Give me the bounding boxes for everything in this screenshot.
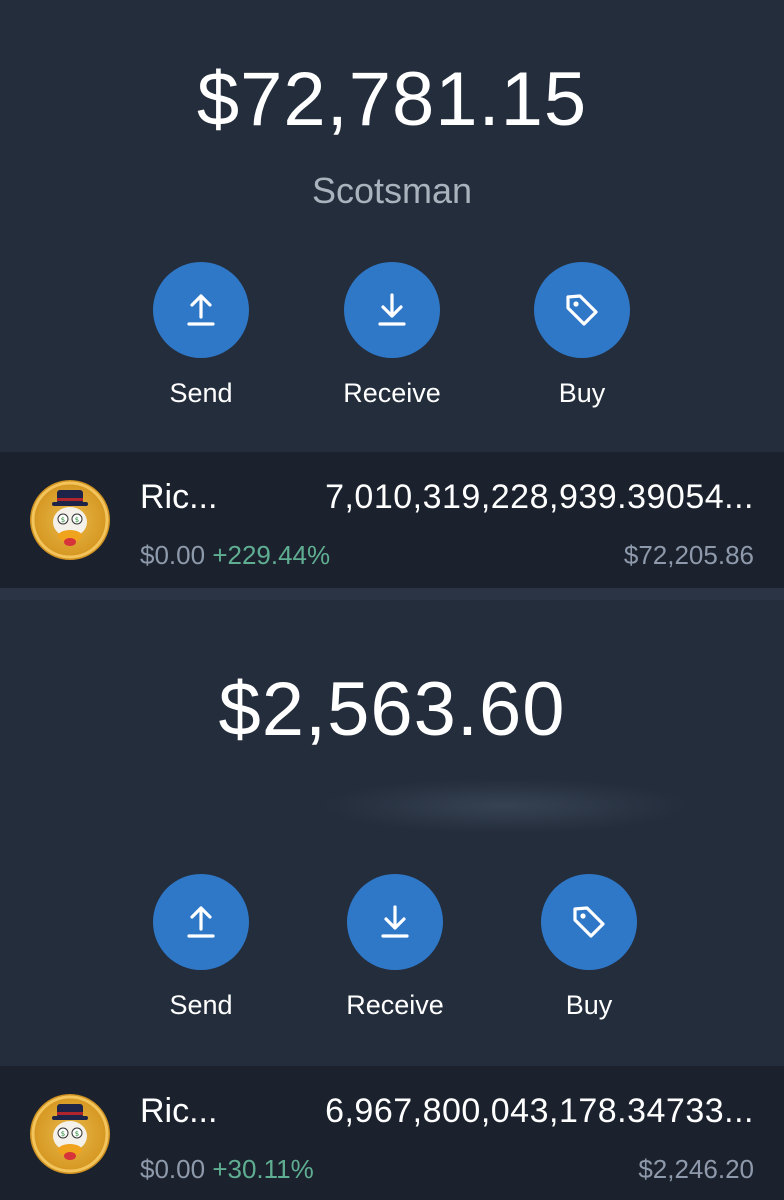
- send-label: Send: [169, 378, 233, 408]
- receive-icon: [344, 262, 440, 358]
- wallet-panel-2: $2,563.60 Send Receive Buy: [0, 600, 784, 1066]
- token-logo-icon: $ $: [30, 480, 110, 560]
- receive-button[interactable]: Receive: [322, 262, 462, 409]
- token-row[interactable]: $ $ Ric... 6,967,800,043,178.34733... $0…: [0, 1066, 784, 1200]
- divider: [0, 588, 784, 600]
- token-price: $0.00: [140, 1154, 206, 1184]
- receive-button[interactable]: Receive: [325, 874, 465, 1021]
- token-value: $72,205.86: [623, 540, 754, 570]
- token-name: Ric...: [140, 1092, 218, 1130]
- price-tag-icon: [534, 262, 630, 358]
- buy-label: Buy: [558, 378, 606, 408]
- receive-label: Receive: [346, 990, 444, 1020]
- token-price-line: $0.00 +30.11%: [140, 1154, 314, 1185]
- price-tag-icon: [541, 874, 637, 970]
- token-name: Ric...: [140, 478, 218, 516]
- token-row[interactable]: $ $ Ric... 7,010,319,228,939.39054... $0…: [0, 452, 784, 588]
- svg-text:$: $: [75, 516, 79, 524]
- send-label: Send: [169, 990, 233, 1020]
- token-price: $0.00: [140, 540, 206, 570]
- token-change: +30.11%: [212, 1154, 314, 1184]
- svg-text:$: $: [61, 1130, 65, 1138]
- receive-icon: [347, 874, 443, 970]
- send-button[interactable]: Send: [131, 874, 271, 1021]
- wallet-balance: $2,563.60: [218, 667, 566, 752]
- token-price-line: $0.00 +229.44%: [140, 540, 330, 571]
- buy-button[interactable]: Buy: [519, 874, 659, 1021]
- wallet-panel-1: $72,781.15 Scotsman Send Receive Buy: [0, 0, 784, 452]
- token-value: $2,246.20: [638, 1154, 754, 1184]
- receive-label: Receive: [343, 378, 441, 408]
- svg-text:$: $: [61, 516, 65, 524]
- token-logo-icon: $ $: [30, 1094, 110, 1174]
- token-amount: 7,010,319,228,939.39054...: [325, 478, 754, 516]
- token-change: +229.44%: [212, 540, 331, 570]
- wallet-balance: $72,781.15: [196, 57, 588, 142]
- buy-label: Buy: [565, 990, 613, 1020]
- buy-button[interactable]: Buy: [512, 262, 652, 409]
- wallet-name[interactable]: Scotsman: [0, 170, 784, 212]
- token-amount: 6,967,800,043,178.34733...: [325, 1092, 754, 1130]
- svg-text:$: $: [75, 1130, 79, 1138]
- send-icon: [153, 874, 249, 970]
- send-button[interactable]: Send: [131, 262, 271, 409]
- send-icon: [153, 262, 249, 358]
- wallet-name-redacted: [320, 778, 690, 834]
